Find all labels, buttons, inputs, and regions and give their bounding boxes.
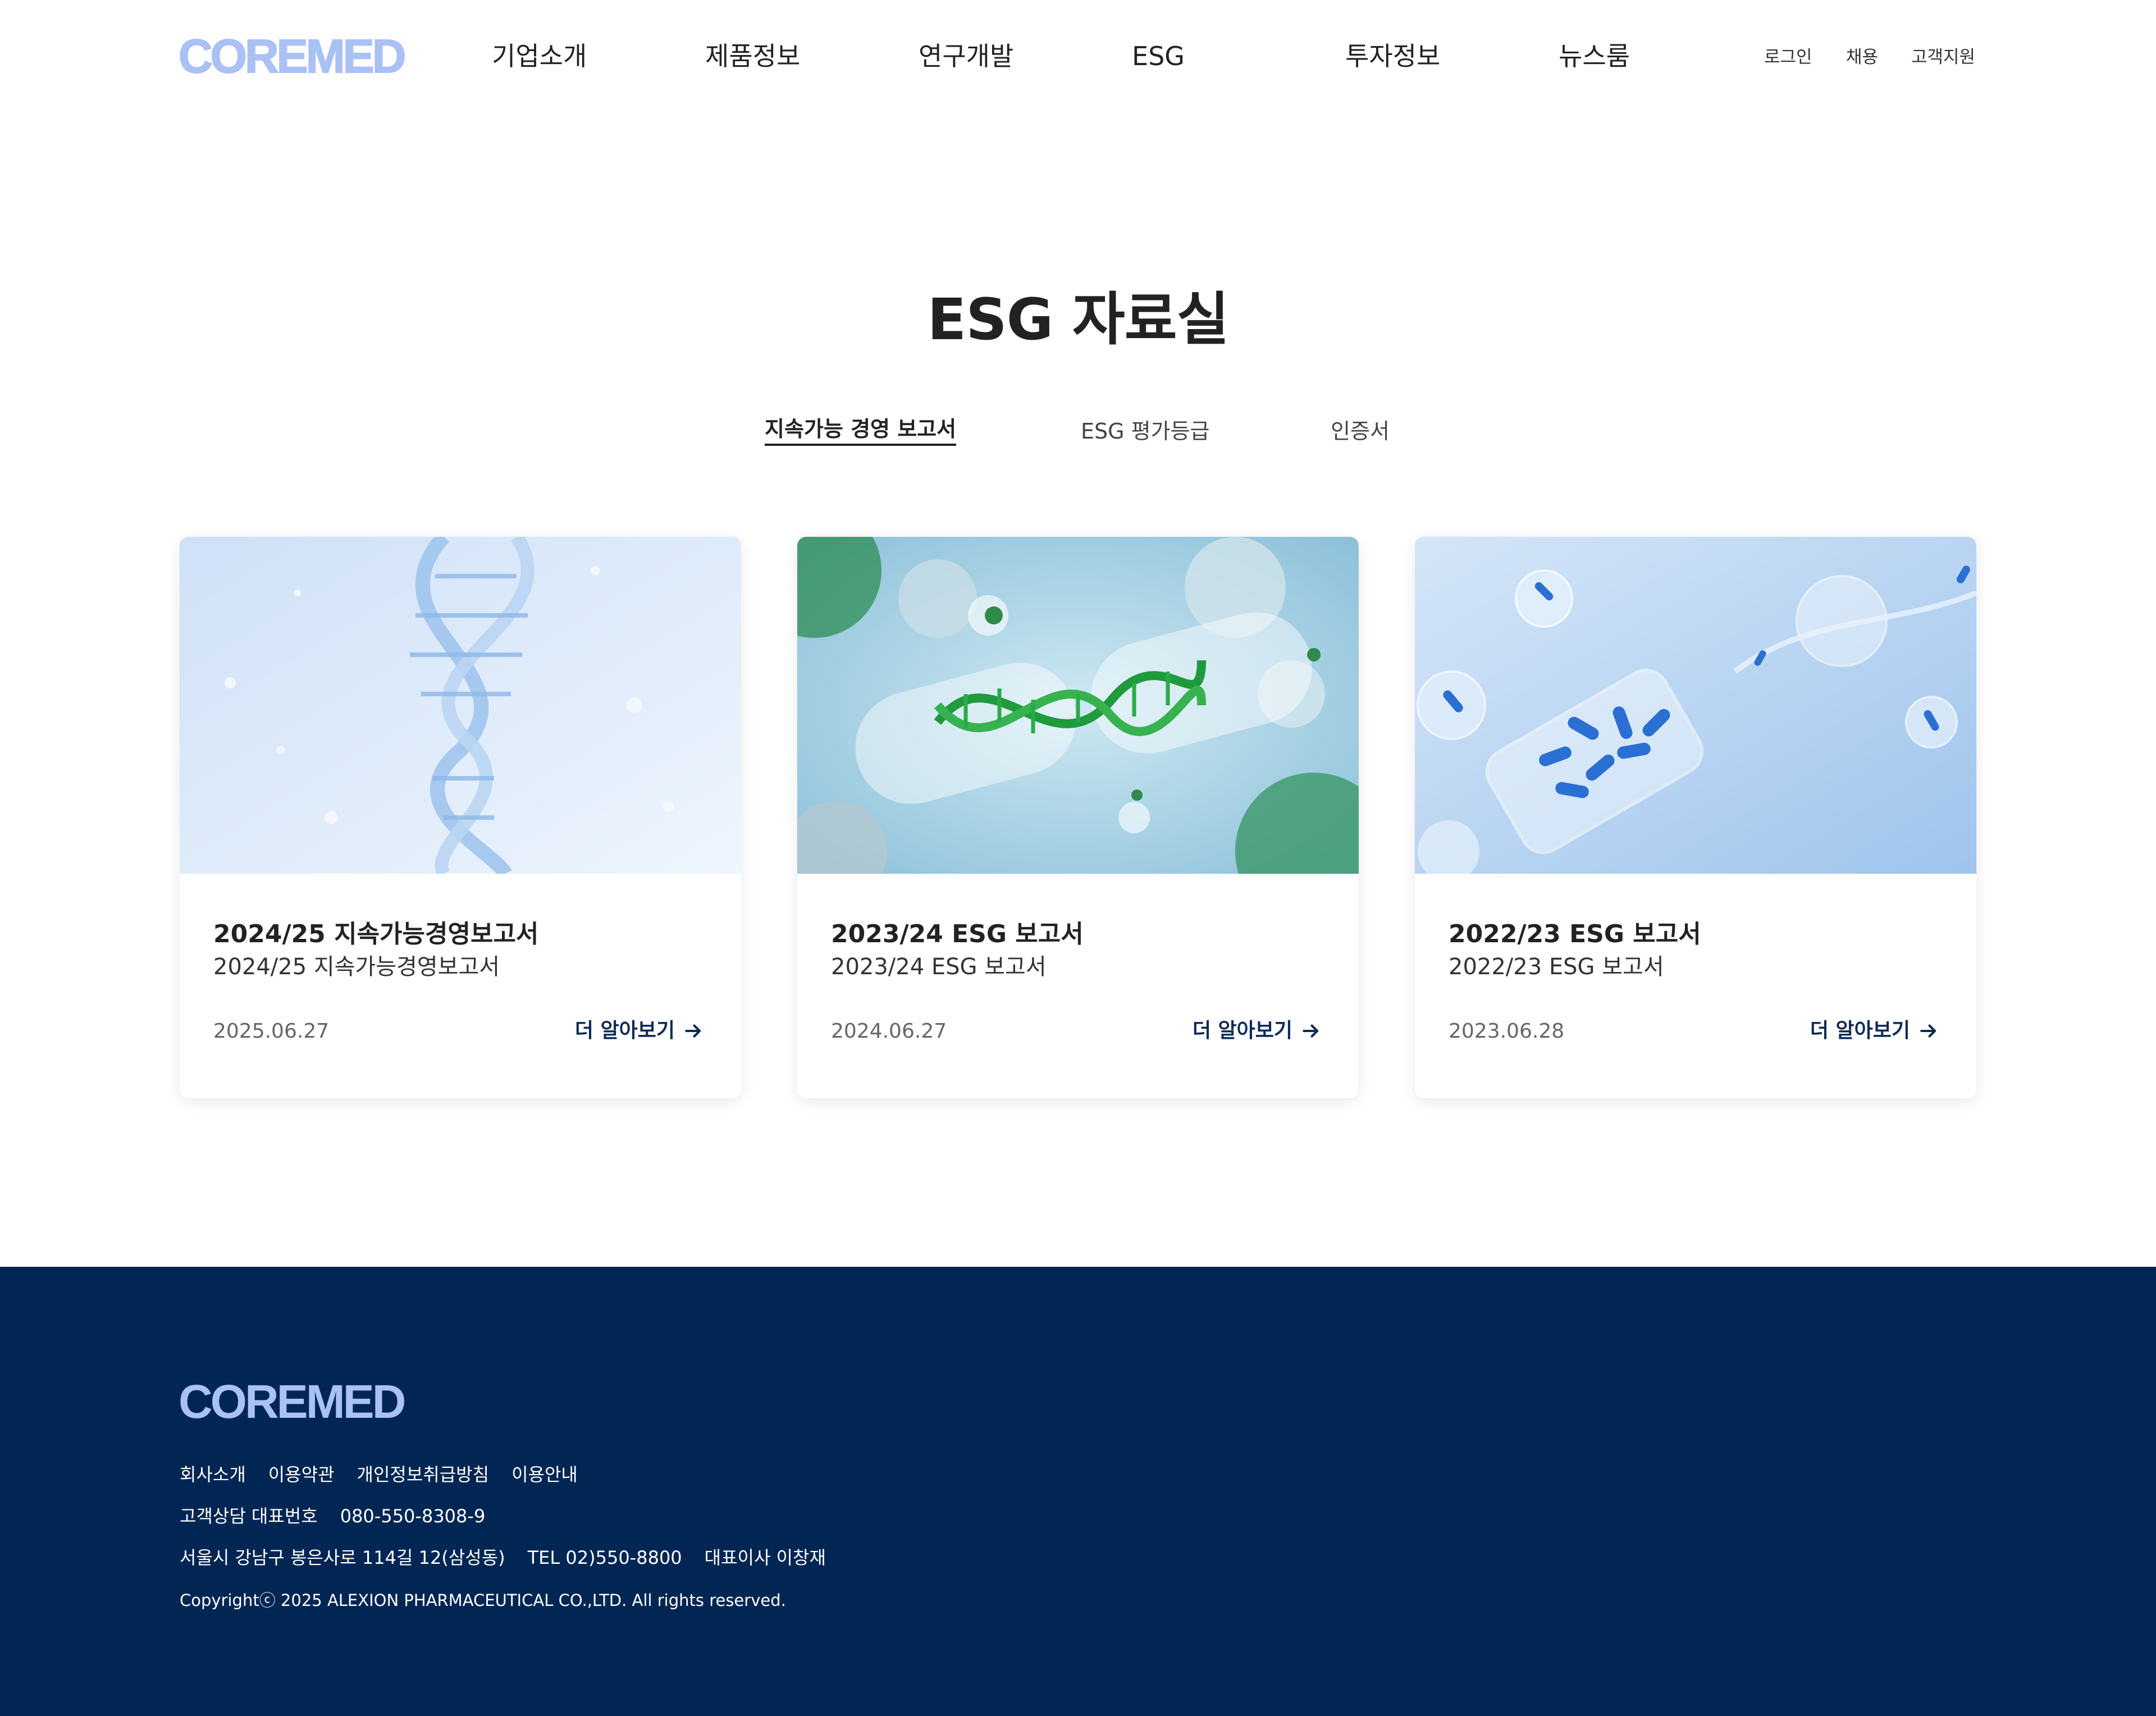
learn-more-link[interactable]: 더 알아보기	[1810, 1015, 1939, 1047]
card-subtitle: 2022/23 ESG 보고서	[1449, 954, 1664, 980]
footer-logo[interactable]: COREMED	[179, 1378, 406, 1425]
nav-item-investor[interactable]: 투자정보	[1345, 39, 1440, 73]
footer-link-guide[interactable]: 이용안내	[511, 1462, 578, 1487]
tab-esg-rating[interactable]: ESG 평가등급	[1081, 414, 1210, 448]
learn-more-label: 더 알아보기	[1192, 1019, 1292, 1042]
copyright: Copyrightⓒ 2025 ALEXION PHARMACEUTICAL C…	[180, 1591, 786, 1610]
arrow-right-icon	[1920, 1024, 1936, 1038]
arrow-right-icon	[685, 1024, 701, 1038]
card-subtitle: 2024/25 지속가능경영보고서	[213, 954, 500, 980]
nav-item-company[interactable]: 기업소개	[492, 39, 587, 73]
report-card[interactable]: 2022/23 ESG 보고서 2022/23 ESG 보고서 2023.06.…	[1415, 537, 1976, 1098]
nav-item-research[interactable]: 연구개발	[919, 39, 1013, 73]
site-logo[interactable]: COREMED	[178, 32, 406, 80]
contact-number: 080-550-8308-9	[340, 1505, 486, 1527]
report-card[interactable]: 2024/25 지속가능경영보고서 2024/25 지속가능경영보고서 2025…	[180, 537, 741, 1098]
recruit-link[interactable]: 채용	[1846, 46, 1878, 69]
contact-label: 고객상담 대표번호	[180, 1505, 318, 1527]
login-link[interactable]: 로그인	[1764, 46, 1812, 69]
tab-certificates[interactable]: 인증서	[1331, 414, 1390, 448]
card-date: 2023.06.28	[1449, 1020, 1565, 1043]
ceo-text: 대표이사 이창재	[704, 1547, 826, 1568]
arrow-right-icon	[1303, 1024, 1319, 1038]
card-image-pill-bottle	[1415, 537, 1976, 874]
footer-address: 서울시 강남구 봉은사로 114길 12(삼성동) TEL 02)550-880…	[180, 1545, 826, 1570]
site-footer: COREMED 회사소개 이용약관 개인정보취급방침 이용안내 고객상담 대표번…	[0, 1267, 2156, 1716]
nav-item-esg[interactable]: ESG	[1132, 39, 1185, 73]
nav-item-products[interactable]: 제품정보	[705, 39, 800, 73]
site-header: COREMED 기업소개 제품정보 연구개발 ESG 투자정보 뉴스룸 로그인 …	[0, 0, 2156, 112]
learn-more-label: 더 알아보기	[1810, 1019, 1910, 1042]
tel-text: TEL 02)550-8800	[527, 1547, 682, 1568]
address-text: 서울시 강남구 봉은사로 114길 12(삼성동)	[180, 1547, 505, 1568]
footer-link-company[interactable]: 회사소개	[180, 1462, 246, 1487]
card-subtitle: 2023/24 ESG 보고서	[831, 954, 1047, 980]
footer-link-terms[interactable]: 이용약관	[268, 1462, 335, 1487]
card-date: 2025.06.27	[213, 1020, 330, 1043]
footer-links: 회사소개 이용약관 개인정보취급방침 이용안내	[180, 1462, 578, 1487]
footer-link-privacy[interactable]: 개인정보취급방침	[357, 1462, 490, 1487]
card-title: 2022/23 ESG 보고서	[1449, 920, 1701, 948]
card-image-capsule	[797, 537, 1359, 874]
learn-more-link[interactable]: 더 알아보기	[1193, 1015, 1322, 1047]
support-link[interactable]: 고객지원	[1911, 46, 1975, 69]
learn-more-label: 더 알아보기	[574, 1019, 675, 1042]
card-title: 2023/24 ESG 보고서	[831, 920, 1084, 948]
report-card[interactable]: 2023/24 ESG 보고서 2023/24 ESG 보고서 2024.06.…	[797, 537, 1359, 1098]
page-title: ESG 자료실	[927, 286, 1230, 353]
card-image-dna	[180, 537, 741, 874]
card-date: 2024.06.27	[831, 1020, 947, 1043]
nav-item-newsroom[interactable]: 뉴스룸	[1559, 39, 1630, 73]
card-title: 2024/25 지속가능경영보고서	[213, 920, 539, 948]
tab-sustainability-report[interactable]: 지속가능 경영 보고서	[765, 414, 957, 446]
footer-contact: 고객상담 대표번호 080-550-8308-9	[180, 1504, 485, 1528]
learn-more-link[interactable]: 더 알아보기	[575, 1015, 704, 1047]
